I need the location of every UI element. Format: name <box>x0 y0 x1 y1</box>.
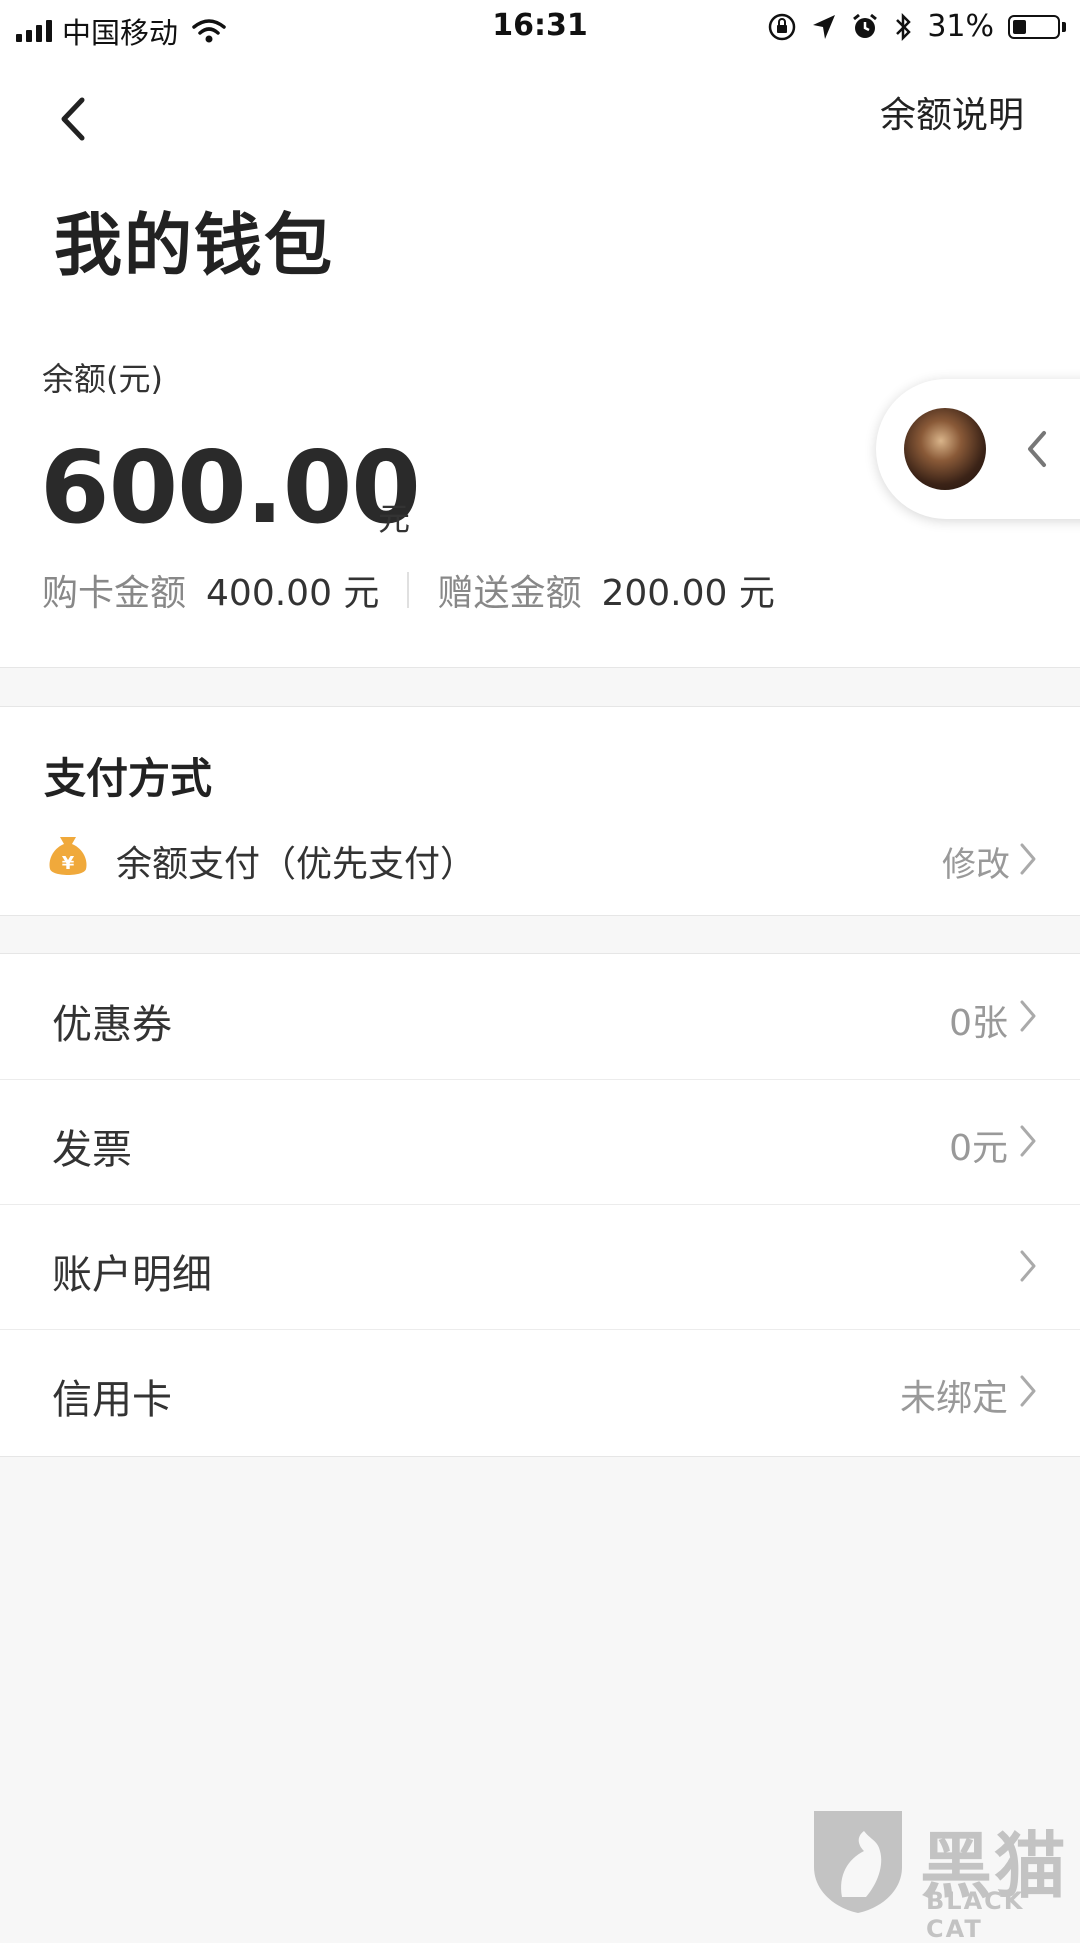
money-bag-icon: ¥ <box>49 837 87 875</box>
list-item-value: 未绑定 <box>899 1378 1008 1419</box>
location-icon <box>813 14 836 39</box>
chevron-left-icon <box>61 97 85 141</box>
chevron-right-icon <box>1020 1375 1036 1407</box>
purchased-value: 400.00 元 <box>206 573 380 614</box>
bonus-value: 200.00 元 <box>601 573 775 614</box>
list-item-invoice[interactable]: 发票 0元 <box>0 1079 1080 1205</box>
list-item-coupons[interactable]: 优惠券 0张 <box>0 954 1080 1080</box>
chevron-right-icon <box>1020 843 1036 875</box>
chevron-right-icon <box>1020 1250 1036 1282</box>
purchased-label: 购卡金额 <box>42 573 187 614</box>
orientation-lock-icon <box>769 13 796 40</box>
payment-title: 支付方式 <box>44 754 213 803</box>
chevron-left-icon <box>1028 431 1046 467</box>
wallet-options-list: 优惠券 0张 发票 0元 账户明细 信用卡 未绑定 <box>0 953 1080 1457</box>
breakdown-divider <box>407 572 410 608</box>
black-cat-logo-icon <box>814 1811 902 1913</box>
list-item-value: 0张 <box>949 1003 1008 1044</box>
payment-edit-label[interactable]: 修改 <box>942 837 1010 886</box>
payment-method-row[interactable]: ¥ 余额支付（优先支付） 修改 <box>0 817 1080 897</box>
bluetooth-icon <box>896 12 912 41</box>
list-item-account-details[interactable]: 账户明细 <box>0 1204 1080 1330</box>
balance-amount: 600.00 <box>40 429 421 546</box>
list-item-label: 信用卡 <box>52 1377 172 1423</box>
balance-label: 余额(元) <box>42 360 163 398</box>
list-item-credit-card[interactable]: 信用卡 未绑定 <box>0 1329 1080 1454</box>
page-title: 我的钱包 <box>54 207 335 286</box>
battery-percent: 31% <box>927 9 994 44</box>
list-item-label: 优惠券 <box>52 1002 172 1048</box>
chevron-right-icon <box>1020 1125 1036 1157</box>
floating-profile-tab[interactable] <box>876 379 1080 519</box>
payment-method-label: 余额支付（优先支付） <box>116 844 477 885</box>
svg-text:¥: ¥ <box>62 853 75 874</box>
status-right: 31% <box>767 9 1066 44</box>
list-item-value: 0元 <box>949 1128 1008 1169</box>
watermark-brand-en: BLACK CAT <box>926 1887 1025 1943</box>
bonus-label: 赠送金额 <box>437 573 582 614</box>
balance-unit: 元 <box>378 500 411 538</box>
alarm-icon <box>853 13 878 38</box>
back-button[interactable] <box>50 84 100 154</box>
payment-method-card: 支付方式 ¥ 余额支付（优先支付） 修改 <box>0 706 1080 916</box>
balance-help-link[interactable]: 余额说明 <box>880 86 1024 138</box>
list-item-label: 发票 <box>52 1127 132 1173</box>
status-bar: 中国移动 16:31 31% <box>0 0 1080 54</box>
wallet-header-card: 余额说明 我的钱包 余额(元) 600.00 元 购卡金额 400.00 元 赠… <box>0 54 1080 668</box>
list-item-label: 账户明细 <box>52 1252 212 1298</box>
balance-breakdown: 购卡金额 400.00 元 赠送金额 200.00 元 <box>42 564 775 616</box>
battery-icon <box>1008 14 1066 39</box>
chevron-right-icon <box>1020 1000 1036 1032</box>
watermark: 黑猫 BLACK CAT <box>808 1805 1078 1943</box>
avatar <box>904 408 986 490</box>
